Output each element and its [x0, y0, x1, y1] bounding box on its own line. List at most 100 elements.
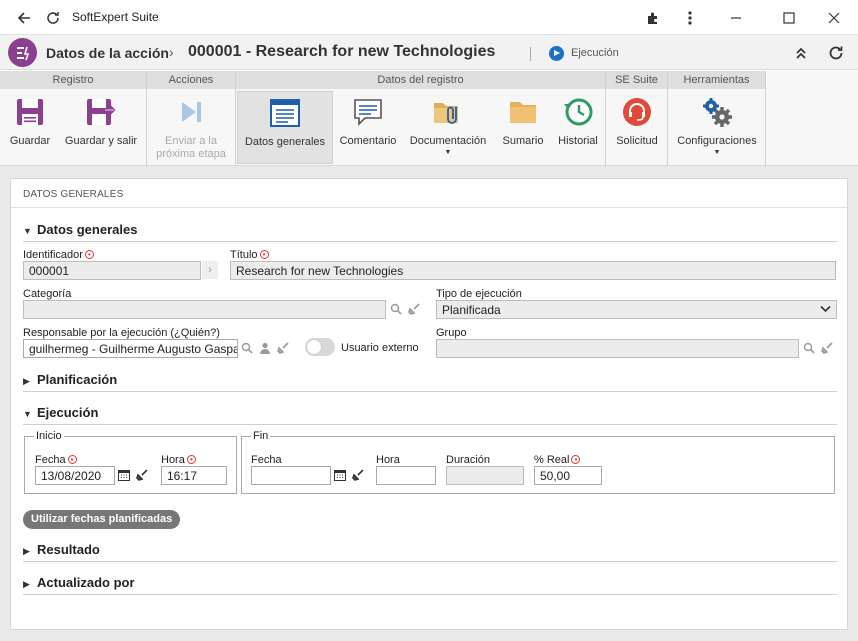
- historial-button[interactable]: Historial: [552, 91, 604, 164]
- section-title: Actualizado por: [37, 575, 135, 590]
- inicio-fecha-label: Fecha •: [35, 454, 77, 466]
- enviar-label: Enviar a la próxima etapa: [156, 135, 226, 161]
- breadcrumb-separator: ›: [169, 44, 174, 60]
- fin-hora-field[interactable]: [376, 466, 436, 485]
- breadcrumb-parent[interactable]: Datos de la acción: [46, 45, 169, 61]
- tipo-ejecucion-value: Planificada: [442, 303, 501, 317]
- datos-generales-panel: DATOS GENERALES ▼ Datos generales Identif…: [10, 178, 848, 630]
- guardar-y-salir-label: Guardar y salir: [64, 135, 138, 147]
- clear-broom-icon[interactable]: [275, 339, 291, 357]
- calendar-icon[interactable]: [116, 466, 132, 484]
- inicio-hora-field[interactable]: 16:17: [161, 466, 227, 485]
- section-planificacion[interactable]: ▶ Planificación: [23, 372, 117, 387]
- enviar-line-2: próxima etapa: [156, 148, 226, 160]
- caret-right-icon: ▶: [23, 546, 30, 556]
- reload-icon[interactable]: [41, 6, 65, 30]
- user-icon[interactable]: [257, 339, 273, 357]
- caret-down-icon: ▼: [23, 226, 32, 236]
- duracion-field[interactable]: [446, 466, 524, 485]
- responsable-label: Responsable por la ejecución (¿Quién?): [23, 327, 220, 339]
- clear-broom-icon[interactable]: [819, 339, 835, 357]
- minimize-icon[interactable]: [724, 6, 748, 30]
- usuario-externo-toggle[interactable]: [305, 338, 335, 356]
- section-ejecucion[interactable]: ▼ Ejecución: [23, 405, 98, 420]
- tipo-ejecucion-select[interactable]: Planificada: [436, 300, 837, 319]
- caret-down-icon: ▼: [23, 409, 32, 419]
- collapse-chevrons-icon[interactable]: [791, 43, 811, 63]
- fin-fecha-field[interactable]: [251, 466, 331, 485]
- titulo-label-text: Título: [230, 249, 258, 261]
- enviar-line-1: Enviar a la: [165, 135, 217, 147]
- record-header: Datos de la acción › 000001 - Research f…: [0, 35, 858, 70]
- search-icon[interactable]: [388, 300, 404, 318]
- datos-generales-button[interactable]: Datos generales: [237, 91, 333, 164]
- ribbon-group-herramientas: Herramientas Configuraciones ▼: [668, 71, 766, 166]
- maximize-icon[interactable]: [777, 6, 801, 30]
- clear-broom-icon[interactable]: [350, 466, 366, 484]
- window-title: SoftExpert Suite: [72, 10, 159, 24]
- skip-forward-icon: [174, 95, 208, 129]
- refresh-icon[interactable]: [826, 43, 846, 63]
- section-divider: [23, 391, 837, 392]
- titulo-field[interactable]: Research for new Technologies: [230, 261, 836, 280]
- documentacion-button[interactable]: Documentación ▼: [406, 91, 490, 164]
- caret-right-icon: ▶: [23, 579, 30, 589]
- enviar-proxima-etapa-button[interactable]: Enviar a la próxima etapa: [151, 91, 231, 164]
- back-arrow-icon[interactable]: [12, 6, 36, 30]
- ribbon-toolbar: Registro Guardar Guardar y salir Accione…: [0, 71, 858, 166]
- section-resultado[interactable]: ▶ Resultado: [23, 542, 100, 557]
- section-datos-generales[interactable]: ▼ Datos generales: [23, 222, 137, 237]
- usuario-externo-label: Usuario externo: [341, 342, 419, 354]
- ribbon-group-datos-registro: Datos del registro Datos generales Comen…: [236, 71, 606, 166]
- dropdown-caret-icon: ▼: [444, 149, 452, 156]
- solicitud-label: Solicitud: [616, 135, 658, 147]
- section-divider: [23, 241, 837, 242]
- clear-broom-icon[interactable]: [134, 466, 150, 484]
- categoria-field[interactable]: [23, 300, 386, 319]
- close-icon[interactable]: [822, 6, 846, 30]
- guardar-button[interactable]: Guardar: [4, 91, 56, 164]
- hora-label-text: Hora: [161, 454, 185, 466]
- more-vertical-icon[interactable]: [678, 6, 702, 30]
- search-icon[interactable]: [239, 339, 255, 357]
- configuraciones-button[interactable]: Configuraciones ▼: [672, 91, 762, 164]
- section-title: Ejecución: [37, 405, 99, 420]
- responsable-field[interactable]: guilhermeg - Guilherme Augusto Gaspar: [23, 339, 238, 358]
- inicio-legend: Inicio: [34, 430, 64, 442]
- real-field[interactable]: 50,00: [534, 466, 602, 485]
- ribbon-group-label: SE Suite: [606, 71, 667, 89]
- dropdown-caret-icon: ▼: [713, 149, 721, 156]
- required-icon: •: [84, 250, 94, 259]
- section-title: Planificación: [37, 372, 118, 387]
- inicio-fecha-field[interactable]: 13/08/2020: [35, 466, 115, 485]
- calendar-icon[interactable]: [332, 466, 348, 484]
- solicitud-button[interactable]: Solicitud: [610, 91, 664, 164]
- search-icon[interactable]: [801, 339, 817, 357]
- fin-hora-label: Hora: [376, 454, 400, 466]
- historial-label: Historial: [558, 135, 598, 147]
- window-titlebar: SoftExpert Suite: [0, 0, 858, 35]
- identificador-label-text: Identificador: [23, 249, 83, 261]
- form-window-icon: [268, 96, 302, 130]
- utilizar-fechas-planificadas-button[interactable]: Utilizar fechas planificadas: [23, 510, 181, 529]
- required-icon: •: [571, 455, 581, 464]
- comentario-button[interactable]: Comentario: [336, 91, 400, 164]
- clear-broom-icon[interactable]: [406, 300, 422, 318]
- ribbon-group-label: Acciones: [147, 71, 235, 89]
- chevron-right-icon[interactable]: ›: [202, 261, 218, 279]
- history-clock-icon: [561, 95, 595, 129]
- folder-attachment-icon: [431, 95, 465, 129]
- sumario-button[interactable]: Sumario: [495, 91, 551, 164]
- extensions-puzzle-icon[interactable]: [641, 6, 665, 30]
- grupo-field[interactable]: [436, 339, 799, 358]
- section-title: Datos generales: [37, 222, 138, 237]
- section-actualizado-por[interactable]: ▶ Actualizado por: [23, 575, 135, 590]
- titulo-label: Título •: [230, 249, 269, 261]
- ribbon-group-label: Registro: [0, 71, 146, 89]
- chevron-down-icon[interactable]: [817, 300, 833, 318]
- identificador-field[interactable]: 000001: [23, 261, 201, 280]
- ribbon-group-label: Herramientas: [668, 71, 765, 89]
- guardar-y-salir-button[interactable]: Guardar y salir: [60, 91, 142, 164]
- section-divider: [23, 561, 837, 562]
- section-title: Resultado: [37, 542, 100, 557]
